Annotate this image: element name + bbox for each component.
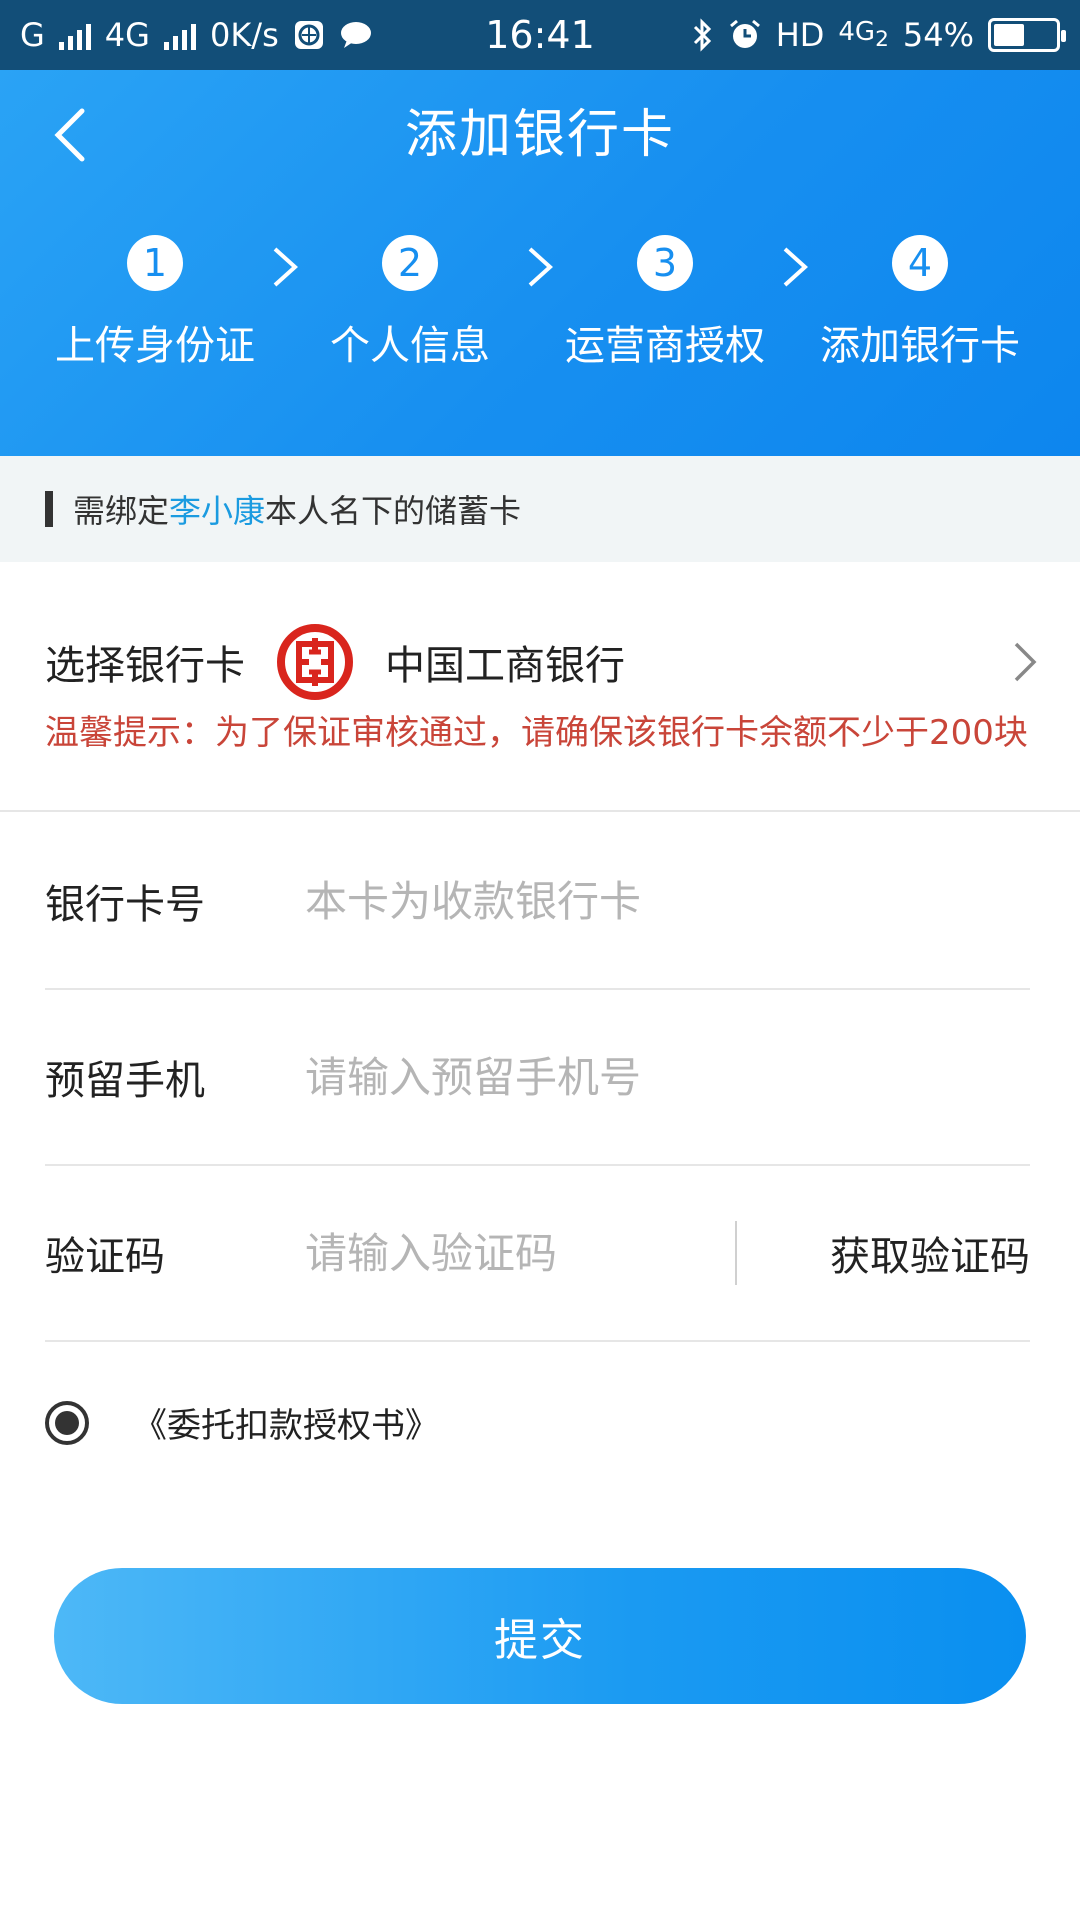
battery-fill — [994, 24, 1024, 46]
net-speed: 0K/s — [209, 16, 279, 54]
get-code-button[interactable]: 获取验证码 — [830, 1224, 1030, 1282]
chevron-right-icon — [1014, 642, 1037, 682]
step-label: 个人信息 — [330, 323, 490, 369]
agreement-link[interactable]: 《委托扣款授权书》 — [133, 1398, 439, 1447]
notice-suffix: 本人名下的储蓄卡 — [265, 492, 522, 530]
alarm-icon — [729, 19, 760, 48]
code-label: 验证码 — [45, 1234, 165, 1280]
step-3: 3 运营商授权 — [550, 235, 780, 371]
message-icon — [340, 22, 371, 48]
browser-icon — [294, 21, 323, 49]
network-badge: 4G2 — [838, 17, 888, 52]
step-indicator: 1 上传身份证 2 个人信息 3 运营商授权 4 添加银行卡 — [0, 235, 1080, 385]
hd-badge: HD — [775, 16, 825, 54]
code-divider — [735, 1221, 737, 1285]
phone-input[interactable] — [305, 1052, 1030, 1102]
step-number: 4 — [892, 235, 948, 291]
step-label: 添加银行卡 — [820, 323, 1020, 369]
bank-select-label: 选择银行卡 — [45, 643, 245, 689]
agreement: 《委托扣款授权书》 — [45, 1398, 439, 1447]
icbc-logo-icon — [277, 624, 353, 700]
header: 添加银行卡 1 上传身份证 2 个人信息 3 运营商授权 4 添加银行卡 — [0, 70, 1080, 456]
carrier1-text: G — [20, 16, 45, 54]
card-number-input[interactable] — [305, 876, 1030, 926]
step-1: 1 上传身份证 — [40, 235, 270, 371]
battery-icon — [988, 18, 1066, 52]
status-left: G 4G 0K/s — [20, 16, 373, 54]
bind-notice: 需绑定 李小康 本人名下的储蓄卡 — [0, 456, 1080, 562]
status-right: HD 4G2 54% — [692, 16, 1066, 54]
step-number: 1 — [127, 235, 183, 291]
bank-tip: 温馨提示：为了保证审核通过，请确保该银行卡余额不少于200块 — [45, 713, 1028, 753]
signal-icon-2 — [163, 20, 196, 50]
phone-row: 预留手机 — [45, 990, 1030, 1166]
step-label: 运营商授权 — [565, 323, 765, 369]
card-number-row: 银行卡号 — [45, 814, 1030, 990]
submit-button[interactable]: 提交 — [54, 1568, 1026, 1704]
phone-label: 预留手机 — [45, 1058, 205, 1104]
code-row: 验证码 获取验证码 — [45, 1166, 1030, 1342]
notice-name: 李小康 — [169, 492, 266, 530]
status-bar: G 4G 0K/s 16:41 HD 4G2 54% — [0, 0, 1080, 70]
step-number: 2 — [382, 235, 438, 291]
carrier2-text: 4G — [104, 16, 150, 54]
step-label: 上传身份证 — [55, 323, 255, 369]
bank-name: 中国工商银行 — [385, 643, 625, 689]
card-number-label: 银行卡号 — [45, 882, 205, 928]
signal-icon — [58, 20, 91, 50]
bluetooth-icon — [693, 18, 711, 52]
notice-prefix: 需绑定 — [73, 492, 170, 530]
battery-percent: 54% — [902, 16, 974, 54]
code-input[interactable] — [305, 1228, 735, 1278]
step-2: 2 个人信息 — [295, 235, 525, 371]
agreement-radio[interactable] — [45, 1400, 89, 1445]
notice-marker — [45, 491, 53, 527]
step-4: 4 添加银行卡 — [805, 235, 1035, 371]
bank-select-main[interactable]: 选择银行卡 中国工商银行 — [45, 622, 1040, 702]
radio-dot — [55, 1410, 79, 1435]
network-text: 4G — [838, 17, 876, 48]
bank-select-row[interactable]: 选择银行卡 中国工商银行 温馨提示：为了保证审核通过，请确保该银行卡余额不少于2… — [0, 562, 1080, 812]
step-number: 3 — [637, 235, 693, 291]
network-sub-text: 2 — [875, 27, 889, 53]
page-title: 添加银行卡 — [404, 105, 675, 165]
